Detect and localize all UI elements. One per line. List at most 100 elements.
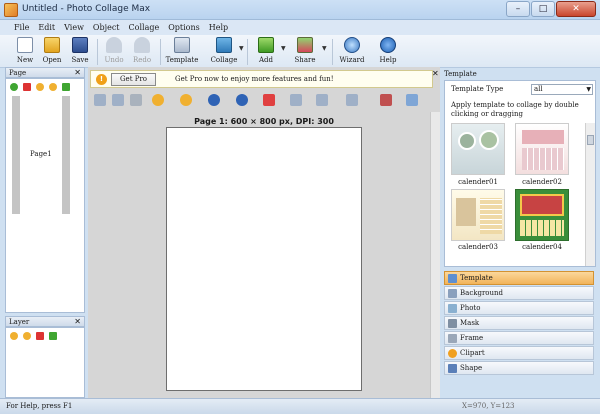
paste-icon[interactable] [112,94,124,106]
add-image-icon [258,37,274,53]
delete-object-icon[interactable] [263,94,275,106]
get-pro-notice: ! Get Pro Get Pro now to enjoy more feat… [90,70,433,88]
align-icon[interactable] [290,94,302,106]
menu-view[interactable]: View [64,23,84,32]
swap-page-icon[interactable] [62,83,70,91]
clipart-icon [448,349,457,358]
collage-dropdown-icon[interactable]: ▼ [239,45,244,52]
template-scrollbar[interactable] [585,123,595,266]
delete-layer-icon[interactable] [36,332,44,340]
title-bar: Untitled - Photo Collage Max – □ ✕ [0,0,600,20]
category-shape[interactable]: Shape [444,361,594,375]
page-thumbnail-label: Page1 [30,150,52,158]
help-icon [380,37,396,53]
new-button[interactable]: New [14,37,36,64]
category-label: Photo [460,304,481,312]
category-frame[interactable]: Frame [444,331,594,345]
template-calendar-grid [522,148,564,170]
template-thumb-calender01[interactable] [451,123,505,175]
template-icon [174,37,190,53]
template-thumb-calender02[interactable] [515,123,569,175]
move-down-icon[interactable] [49,83,57,91]
template-label: calender02 [522,178,562,186]
page-info: Page 1: 600 × 800 px, DPI: 300 [194,117,334,126]
layer-up-icon[interactable] [10,332,18,340]
category-mask[interactable]: Mask [444,316,594,330]
fit-icon[interactable] [346,94,358,106]
share-dropdown-icon[interactable]: ▼ [322,45,327,52]
template-type-select[interactable]: all ▼ [531,84,593,95]
layer-panel-close-icon[interactable]: ✕ [74,317,81,327]
app-icon [4,3,18,17]
preview-icon[interactable] [406,94,418,106]
help-button[interactable]: Help [376,37,400,64]
wizard-button[interactable]: Wizard [338,37,366,64]
minimize-button[interactable]: – [506,1,530,17]
menu-collage[interactable]: Collage [129,23,160,32]
toolbar-separator [97,39,98,65]
close-button[interactable]: ✕ [556,1,596,17]
add-button[interactable]: Add [254,37,278,64]
save-button[interactable]: Save [68,37,92,64]
status-help-text: For Help, press F1 [6,402,73,410]
category-template[interactable]: Template [444,271,594,285]
open-button[interactable]: Open [40,37,64,64]
status-coordinates: X=970, Y=123 [462,402,515,410]
move-up-icon[interactable] [36,83,44,91]
redo-button[interactable]: Redo [130,37,154,64]
category-label: Mask [460,319,480,327]
delete-page-icon[interactable] [23,83,31,91]
swap-layer-icon[interactable] [49,332,57,340]
category-label: Shape [460,364,483,372]
template-button[interactable]: Template [165,37,199,64]
menu-object[interactable]: Object [93,23,120,32]
category-background[interactable]: Background [444,286,594,300]
clear-icon[interactable] [380,94,392,106]
template-scroll-thumb[interactable] [587,135,594,145]
main-toolbar: New Open Save Undo Redo Template Collage… [0,35,600,68]
menu-options[interactable]: Options [168,23,200,32]
menu-file[interactable]: File [14,23,29,32]
template-icon [448,274,457,283]
page-panel-title: Page [9,69,27,77]
rotate-left-icon[interactable] [236,94,248,106]
page-panel-close-icon[interactable]: ✕ [74,68,81,78]
folder-icon [44,37,60,53]
collage-button[interactable]: Collage [208,37,240,64]
bring-forward-icon[interactable] [152,94,164,106]
layer-panel [5,327,85,398]
layer-down-icon[interactable] [23,332,31,340]
template-label: calender03 [458,243,498,251]
template-thumb-calender03[interactable] [451,189,505,241]
send-backward-icon[interactable] [180,94,192,106]
add-dropdown-icon[interactable]: ▼ [281,45,286,52]
template-type-label: Template Type [451,85,504,93]
template-calendar-grid [520,220,564,236]
crop-icon[interactable] [130,94,142,106]
share-button[interactable]: Share [292,37,318,64]
category-label: Frame [460,334,484,342]
shape-icon [448,364,457,373]
template-apply-hint: Apply template to collage by double clic… [451,101,579,118]
page-panel: Page1 [5,78,85,313]
collage-canvas[interactable] [166,127,362,391]
menu-help[interactable]: Help [209,23,228,32]
copy-icon[interactable] [94,94,106,106]
menu-edit[interactable]: Edit [38,23,55,32]
category-clipart[interactable]: Clipart [444,346,594,360]
template-thumb-calender04[interactable] [515,189,569,241]
template-type-value: all [534,85,543,93]
canvas-scrollbar[interactable] [430,112,440,398]
background-icon [448,289,457,298]
share-icon [297,37,313,53]
rotate-right-icon[interactable] [208,94,220,106]
add-page-icon[interactable] [10,83,18,91]
distribute-icon[interactable] [316,94,328,106]
template-panel-close-icon[interactable]: ✕ [432,69,439,78]
category-photo[interactable]: Photo [444,301,594,315]
undo-button[interactable]: Undo [102,37,126,64]
template-calendar-grid [480,198,502,234]
category-list: Template Background Photo Mask Frame Cli… [444,271,596,378]
maximize-button[interactable]: □ [531,1,555,17]
get-pro-button[interactable]: Get Pro [111,73,156,86]
